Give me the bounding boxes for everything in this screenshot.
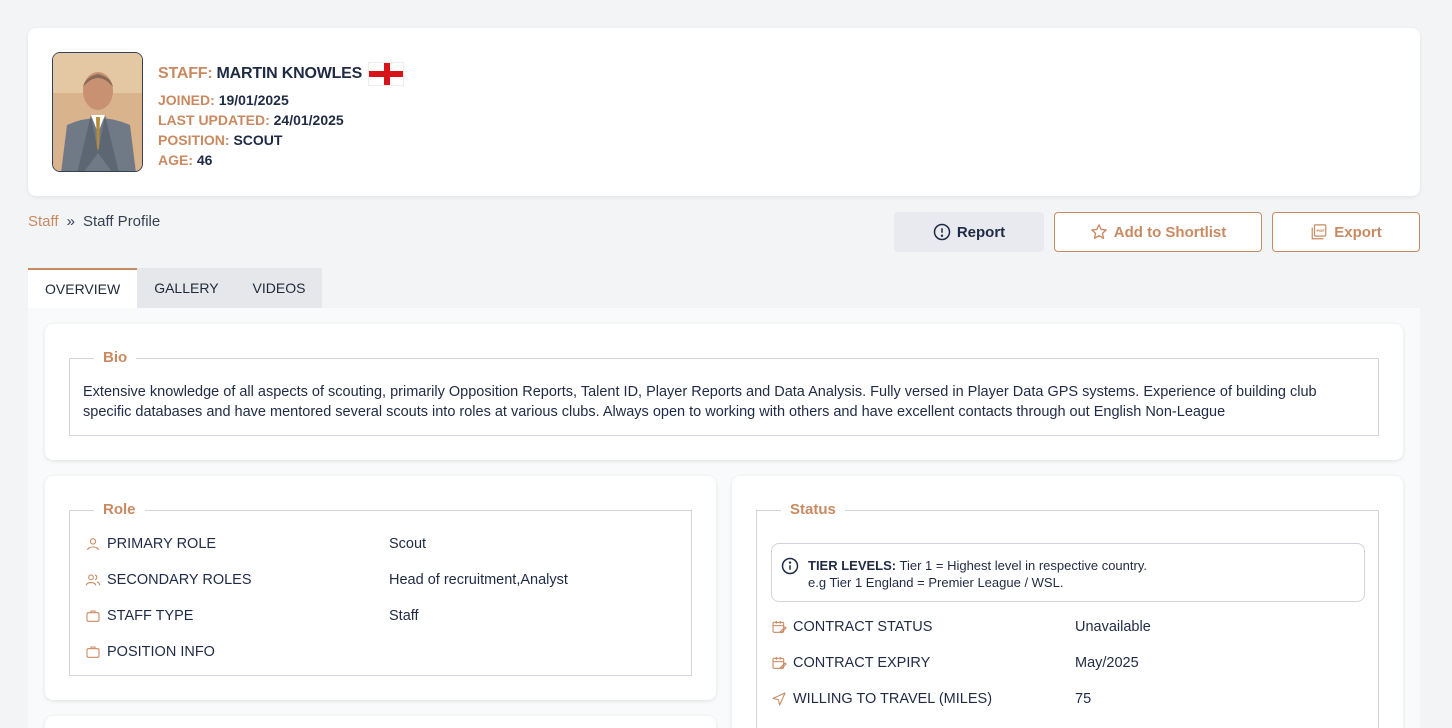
role-row-primary: PRIMARY ROLE Scout: [85, 534, 426, 554]
status-row-contract-status: CONTRACT STATUS Unavailable: [771, 617, 1151, 637]
role-title: Role: [94, 501, 145, 518]
report-button[interactable]: Report: [894, 212, 1044, 252]
status-row-contract-expiry: CONTRACT EXPIRY May/2025: [771, 653, 1139, 673]
contract-expiry-value: May/2025: [1075, 655, 1139, 671]
joined-row: JOINED: 19/01/2025: [158, 92, 404, 108]
profile-info: STAFF: MARTIN KNOWLES JOINED: 19/01/2025…: [158, 62, 405, 168]
staff-type-value: Staff: [389, 608, 419, 624]
age-label: AGE:: [158, 152, 193, 168]
position-label: POSITION:: [158, 132, 230, 148]
position-row: POSITION: SCOUT: [158, 132, 404, 148]
secondary-roles-label: SECONDARY ROLES: [107, 572, 252, 588]
staff-label: STAFF:: [158, 65, 213, 82]
willing-to-travel-value: 75: [1075, 691, 1092, 707]
bio-text: Extensive knowledge of all aspects of sc…: [83, 384, 1317, 420]
add-to-shortlist-button[interactable]: Add to Shortlist: [1054, 212, 1262, 252]
breadcrumb-separator: »: [66, 213, 75, 230]
briefcase-icon: [86, 646, 100, 658]
tier-levels-line2: e.g Tier 1 England = Premier League / WS…: [808, 575, 1064, 590]
age-row: AGE: 46: [158, 152, 404, 168]
bio-title: Bio: [94, 349, 137, 366]
tab-videos[interactable]: VIDEOS: [235, 268, 323, 308]
breadcrumb: Staff » Staff Profile: [28, 213, 160, 230]
breadcrumb-staff-link[interactable]: Staff: [28, 213, 59, 230]
updated-label: LAST UPDATED:: [158, 112, 270, 128]
bio-card: Bio Extensive knowledge of all aspects o…: [45, 324, 1403, 460]
profile-header-card: STAFF: MARTIN KNOWLES JOINED: 19/01/2025…: [28, 28, 1420, 196]
status-card: Status TIER LEVELS: Tier 1 = Highest lev…: [732, 476, 1403, 728]
joined-value: 19/01/2025: [218, 92, 289, 108]
contract-expiry-label: CONTRACT EXPIRY: [793, 655, 931, 671]
tier-levels-line1: Tier 1 = Highest level in respective cou…: [896, 558, 1147, 573]
role-row-staff-type: STAFF TYPE Staff: [85, 606, 419, 626]
next-card: [45, 716, 716, 728]
staff-name: MARTIN KNOWLES: [216, 65, 363, 82]
primary-role-value: Scout: [389, 536, 427, 552]
pdf-file-icon: PDF: [1311, 224, 1327, 240]
calendar-edit-icon: [772, 621, 787, 634]
status-title: Status: [781, 501, 845, 518]
info-icon: [781, 557, 799, 575]
profile-tabs: OVERVIEW GALLERY VIDEOS: [28, 268, 323, 308]
tier-levels-label: TIER LEVELS:: [808, 558, 897, 573]
age-value: 46: [196, 152, 213, 168]
contract-status-value: Unavailable: [1075, 619, 1151, 635]
primary-role-label: PRIMARY ROLE: [107, 536, 217, 552]
position-value: SCOUT: [233, 132, 283, 148]
briefcase-icon: [86, 610, 100, 622]
export-button-label: Export: [1334, 223, 1382, 241]
export-button[interactable]: PDF Export: [1272, 212, 1420, 252]
status-row-travel: WILLING TO TRAVEL (MILES) 75: [771, 689, 1091, 709]
joined-label: JOINED:: [158, 92, 215, 108]
breadcrumb-current: Staff Profile: [82, 213, 161, 230]
report-button-label: Report: [956, 223, 1006, 241]
tier-levels-notice: TIER LEVELS: Tier 1 = Highest level in r…: [771, 543, 1365, 602]
role-row-position-info: POSITION INFO: [85, 642, 389, 662]
contract-status-label: CONTRACT STATUS: [793, 619, 933, 635]
user-icon: [87, 538, 99, 551]
star-icon: [1090, 224, 1107, 239]
role-fieldset: Role PRIMARY ROLE Scout SECONDARY ROLES …: [69, 501, 692, 676]
tab-gallery[interactable]: GALLERY: [137, 268, 236, 308]
tier-levels-text: TIER LEVELS: Tier 1 = Highest level in r…: [808, 557, 1147, 591]
svg-text:PDF: PDF: [1317, 229, 1326, 233]
profile-name-row: STAFF: MARTIN KNOWLES: [158, 62, 405, 86]
users-icon: [85, 574, 101, 586]
add-to-shortlist-label: Add to Shortlist: [1113, 223, 1227, 241]
staff-type-label: STAFF TYPE: [107, 608, 194, 624]
role-row-secondary: SECONDARY ROLES Head of recruitment,Anal…: [85, 570, 568, 590]
role-card: Role PRIMARY ROLE Scout SECONDARY ROLES …: [45, 476, 716, 700]
england-flag-icon: [368, 62, 405, 86]
calendar-edit-icon: [772, 657, 787, 670]
send-icon: [772, 692, 786, 706]
willing-to-travel-label: WILLING TO TRAVEL (MILES): [793, 691, 993, 707]
bio-fieldset: Bio Extensive knowledge of all aspects o…: [69, 349, 1379, 436]
secondary-roles-value: Head of recruitment,Analyst: [389, 572, 568, 588]
alert-circle-icon: [933, 223, 951, 241]
status-fieldset: Status TIER LEVELS: Tier 1 = Highest lev…: [756, 501, 1379, 728]
tab-overview[interactable]: OVERVIEW: [28, 268, 138, 308]
updated-row: LAST UPDATED: 24/01/2025: [158, 112, 404, 128]
updated-value: 24/01/2025: [273, 112, 344, 128]
avatar: [52, 52, 143, 172]
position-info-label: POSITION INFO: [107, 644, 215, 660]
